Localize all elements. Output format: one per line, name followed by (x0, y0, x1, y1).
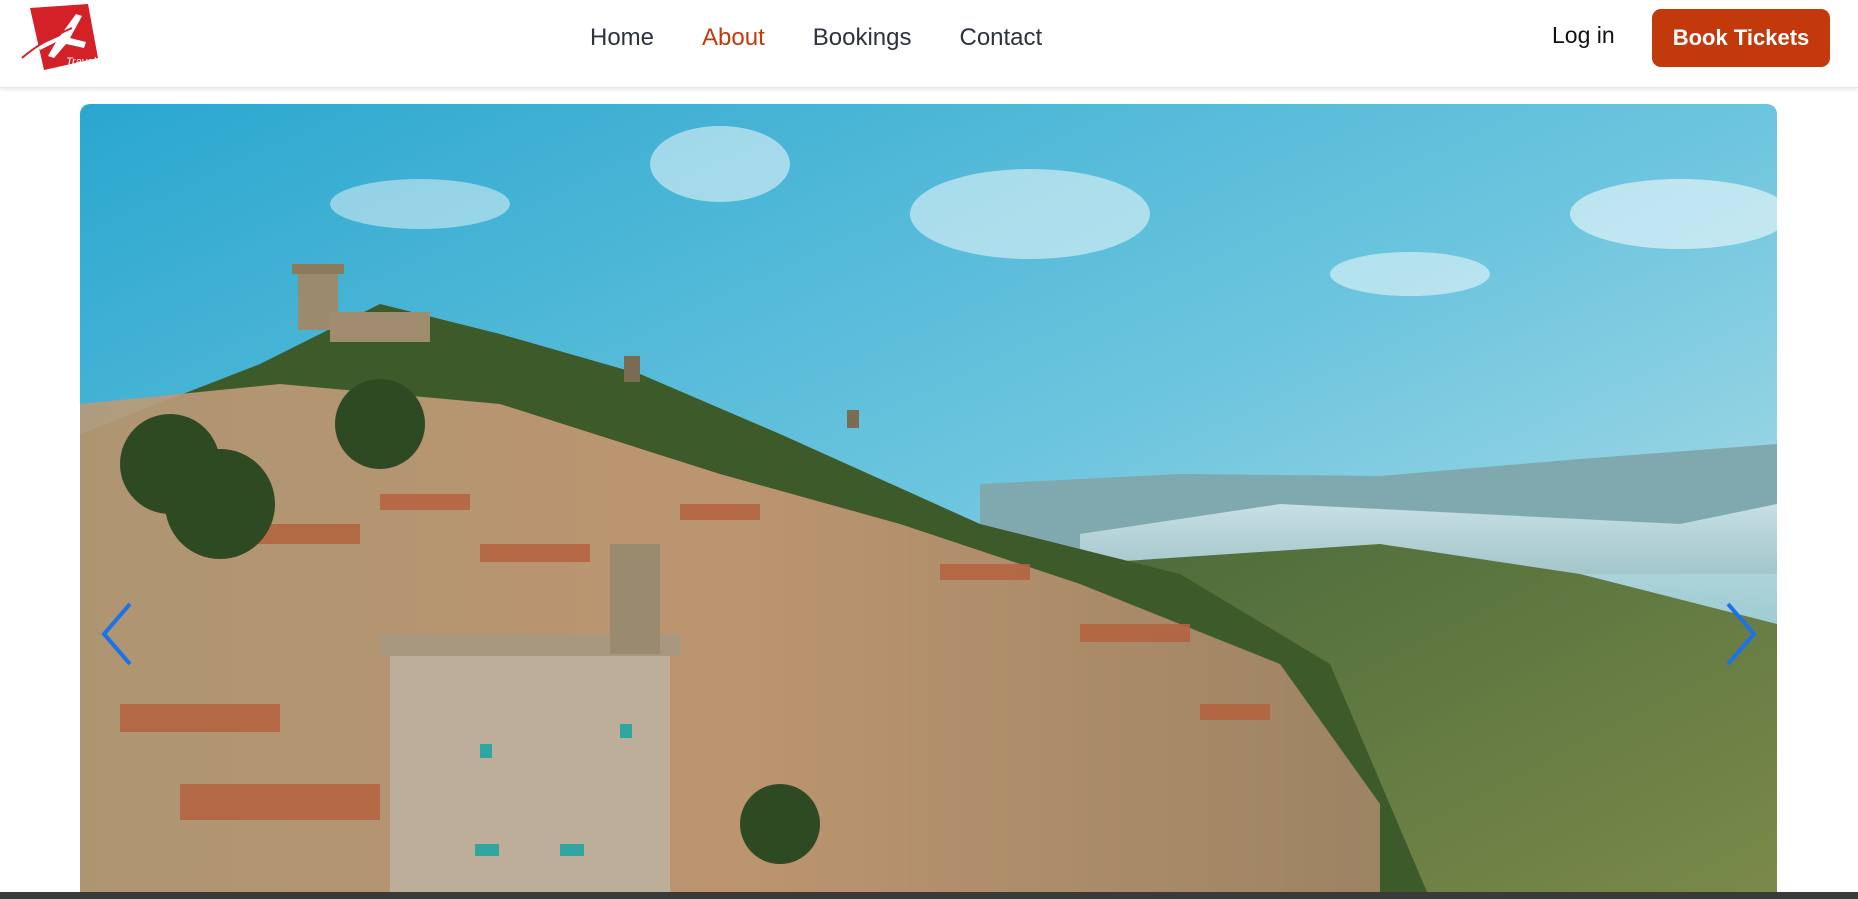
airplane-icon: Travel (21, 4, 98, 70)
nav-contact[interactable]: Contact (959, 24, 1042, 52)
chevron-right-icon (1726, 602, 1757, 666)
brand-logo[interactable]: Travel (20, 2, 102, 74)
bottom-edge-bar (0, 892, 1858, 899)
nav-about[interactable]: About (702, 24, 765, 52)
main-nav: Home About Bookings Contact (590, 18, 1042, 58)
nav-home[interactable]: Home (590, 24, 654, 52)
carousel-next-button[interactable] (1716, 594, 1764, 674)
chevron-left-icon (101, 602, 132, 666)
top-navbar: Travel Home About Bookings Contact Log i… (0, 0, 1858, 88)
login-link[interactable]: Log in (1552, 22, 1615, 49)
logo-text: Travel (66, 56, 96, 68)
hero-image (80, 104, 1777, 899)
hero-carousel (80, 104, 1777, 899)
nav-bookings[interactable]: Bookings (813, 24, 912, 52)
carousel-prev-button[interactable] (94, 594, 142, 674)
book-tickets-button[interactable]: Book Tickets (1652, 9, 1830, 67)
